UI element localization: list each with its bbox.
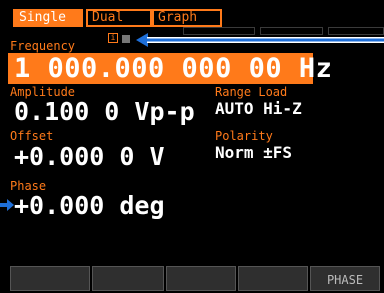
phase-value[interactable]: +0.000 deg <box>14 192 165 220</box>
tab-single[interactable]: Single <box>13 9 83 27</box>
range-load-label: Range Load <box>215 85 288 99</box>
tab-graph[interactable]: Graph <box>152 9 222 27</box>
tab-dual-label: Dual <box>92 10 124 25</box>
amplitude-value[interactable]: 0.100 0 Vp-p <box>14 98 195 126</box>
offset-label: Offset <box>10 129 54 143</box>
status-square-icon <box>122 35 130 43</box>
range-load-value[interactable]: AUTO Hi-Z <box>215 100 302 118</box>
tab-graph-label: Graph <box>158 10 198 25</box>
frequency-value[interactable]: 1 000.000 000 00 Hz <box>14 54 332 84</box>
tab-single-label: Single <box>19 10 66 25</box>
softkey-phase[interactable]: PHASE <box>310 266 380 291</box>
softkey-4[interactable] <box>238 266 308 291</box>
frequency-label: Frequency <box>10 39 76 53</box>
tab-dual[interactable]: Dual <box>86 9 152 27</box>
polarity-label: Polarity <box>215 129 273 143</box>
offset-value[interactable]: +0.000 0 V <box>14 143 165 171</box>
softkey-1[interactable] <box>10 266 90 291</box>
arrow-left-icon <box>136 33 384 47</box>
softkey-3[interactable] <box>166 266 236 291</box>
polarity-value[interactable]: Norm ±FS <box>215 144 292 162</box>
arrow-right-icon <box>0 199 14 211</box>
softkey-2[interactable] <box>92 266 164 291</box>
info-indicator-icon: i <box>108 33 118 43</box>
